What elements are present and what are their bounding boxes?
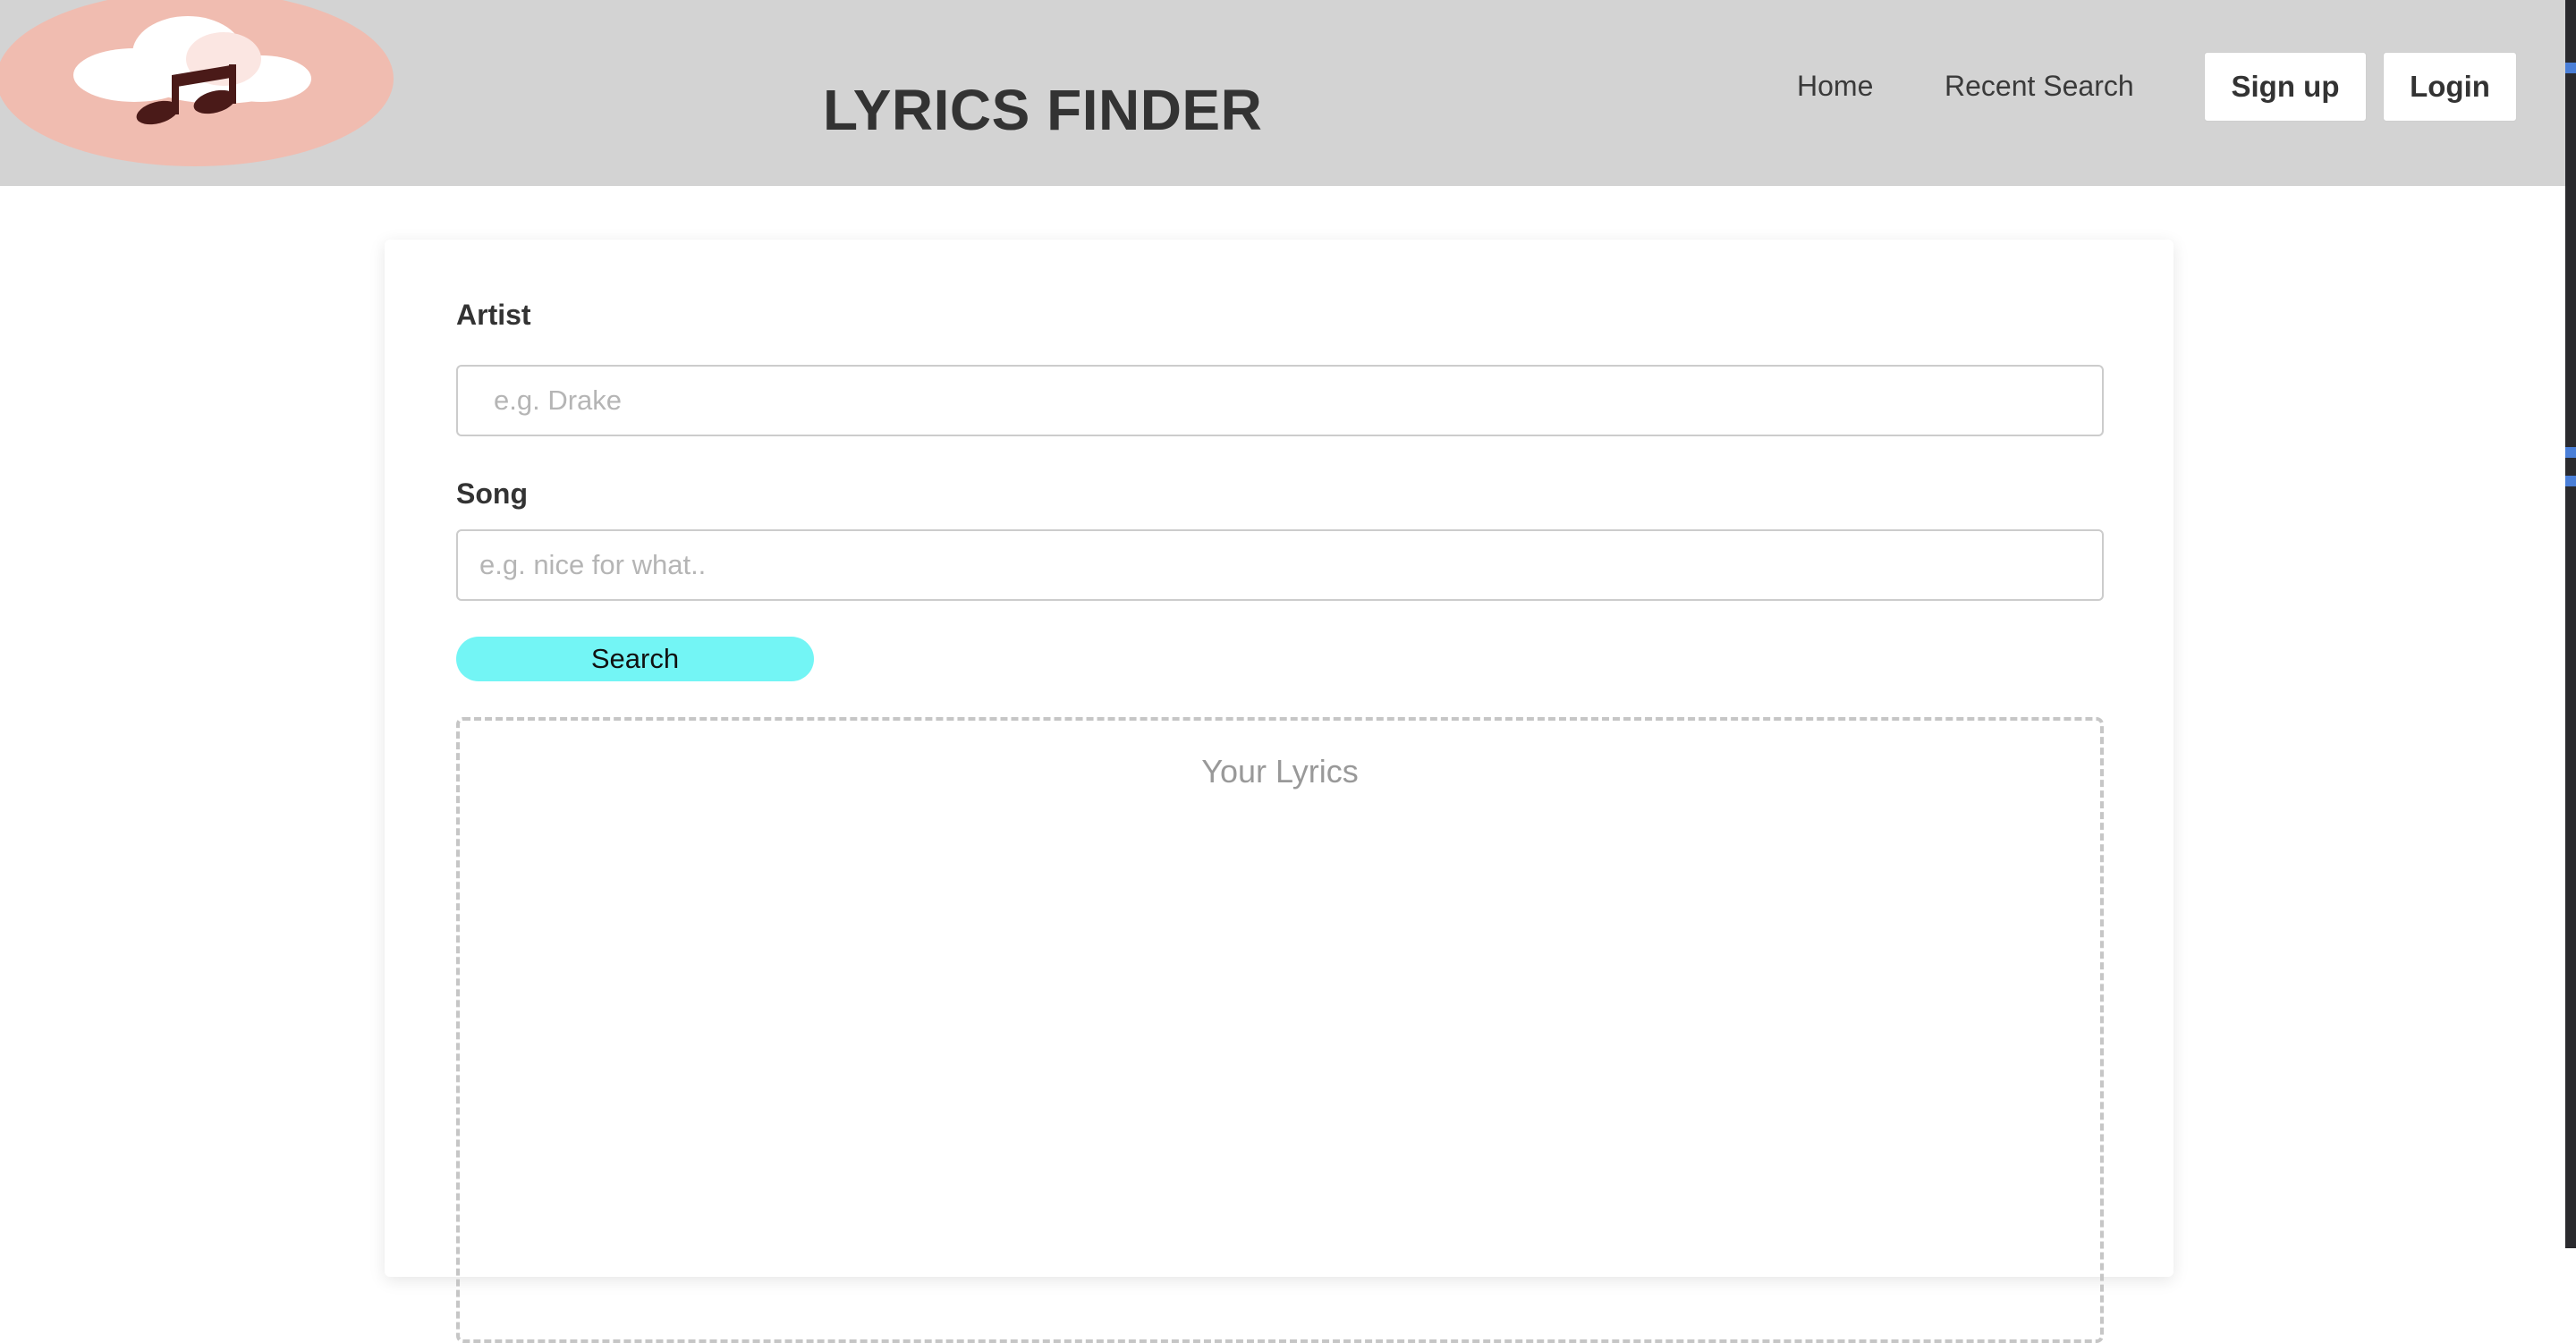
song-label: Song bbox=[456, 477, 528, 510]
login-button[interactable]: Login bbox=[2383, 52, 2517, 122]
nav-recent-search-link[interactable]: Recent Search bbox=[1945, 70, 2134, 103]
search-card: Artist Song Search Your Lyrics bbox=[385, 240, 2174, 1343]
top-header: LYRICS FINDER Home Recent Search Sign up… bbox=[0, 0, 2565, 186]
page-title: LYRICS FINDER bbox=[823, 78, 1263, 142]
signup-button[interactable]: Sign up bbox=[2204, 52, 2367, 122]
artist-input[interactable] bbox=[456, 365, 2104, 436]
song-input[interactable] bbox=[456, 529, 2104, 601]
artist-label: Artist bbox=[456, 299, 531, 331]
nav-home-link[interactable]: Home bbox=[1797, 70, 1873, 103]
edge-marker bbox=[2565, 447, 2576, 458]
window-edge bbox=[2565, 0, 2576, 1248]
music-cloud-icon[interactable] bbox=[0, 0, 394, 168]
lyrics-output-box: Your Lyrics bbox=[456, 717, 2104, 1343]
search-button[interactable]: Search bbox=[456, 637, 814, 681]
lyrics-placeholder: Your Lyrics bbox=[1201, 753, 1359, 790]
edge-marker bbox=[2565, 476, 2576, 486]
edge-marker bbox=[2565, 63, 2576, 73]
